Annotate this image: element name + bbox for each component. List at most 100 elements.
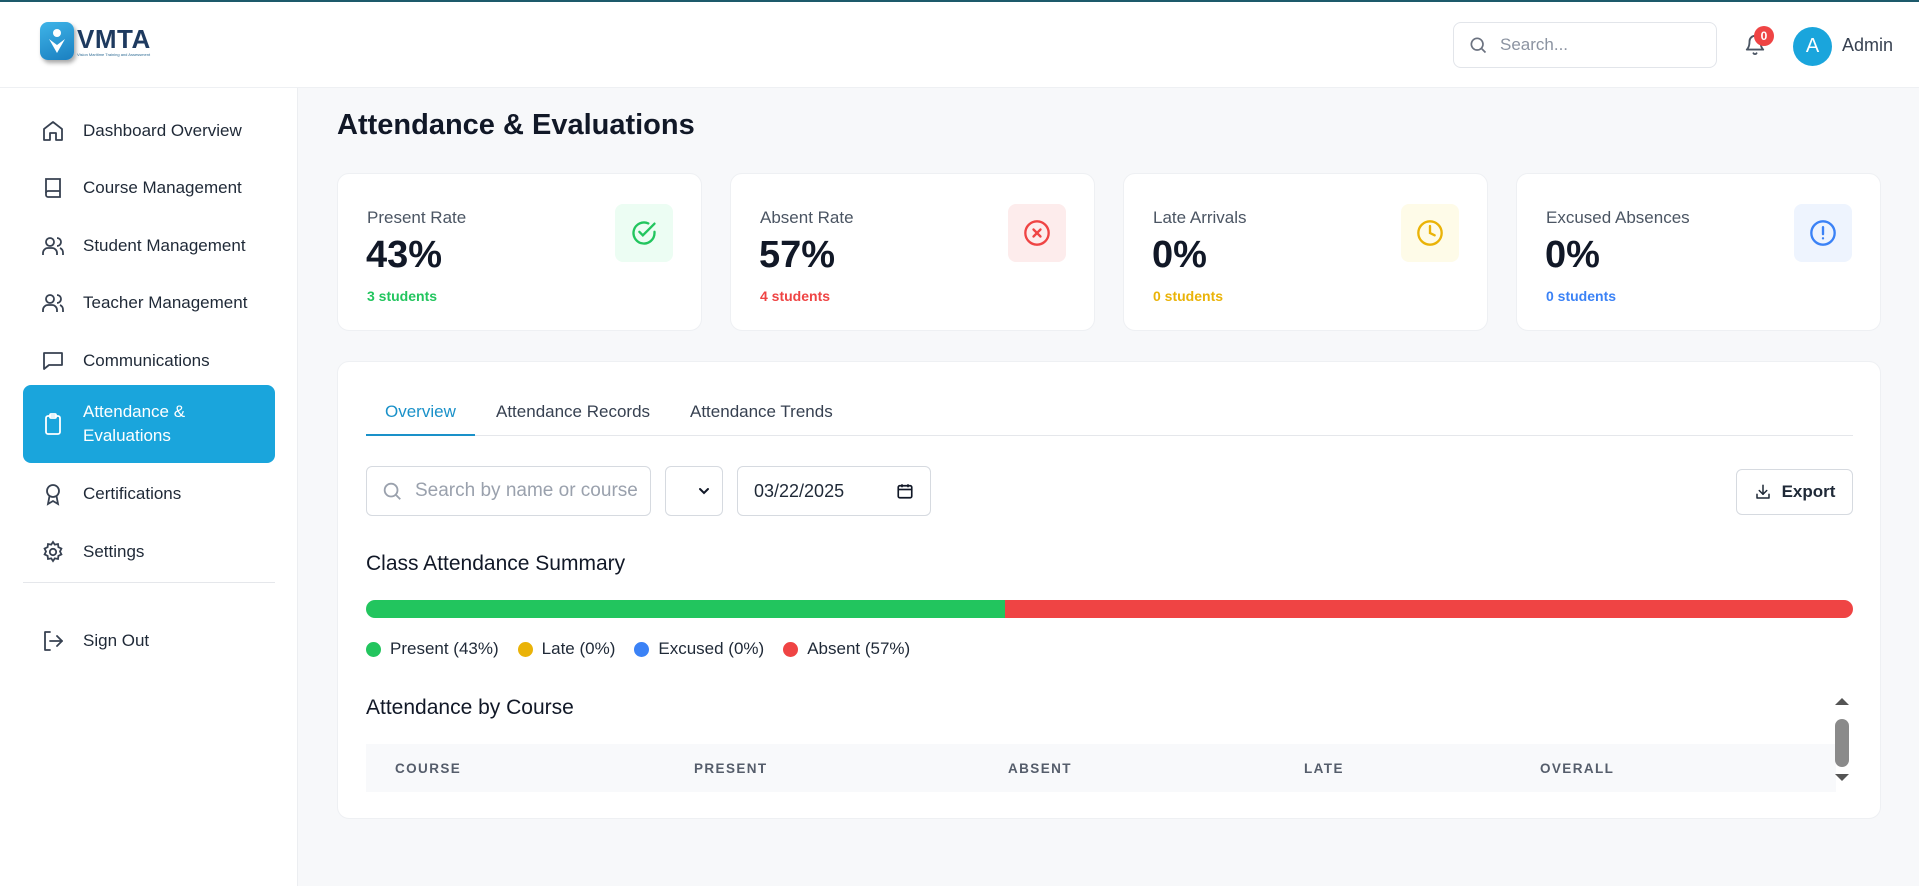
sidebar-item-courses[interactable]: Course Management: [23, 164, 275, 212]
search-placeholder: Search...: [1500, 35, 1569, 54]
logo-mark-icon: [40, 22, 74, 60]
sidebar-item-attendance[interactable]: Attendance & Evaluations: [23, 385, 275, 463]
attendance-summary-bar: [366, 600, 1853, 618]
clipboard-icon: [45, 413, 61, 435]
top-header: VMTA Vision Maritime Training and Assess…: [0, 2, 1919, 88]
search-icon: [1470, 37, 1487, 54]
scroll-down-arrow-icon[interactable]: [1833, 772, 1851, 784]
stat-label: Excused Absences: [1546, 208, 1690, 227]
column-header-overall[interactable]: OVERALL: [1540, 761, 1614, 776]
legend-dot: [517, 641, 533, 657]
app-logo[interactable]: VMTA Vision Maritime Training and Assess…: [40, 22, 151, 60]
stat-sub: 0 students: [1153, 288, 1224, 304]
sidebar-item-label: Teacher Management: [83, 293, 248, 312]
sign-out-label: Sign Out: [83, 631, 150, 650]
sidebar-item-students[interactable]: Student Management: [23, 222, 275, 270]
tab-overview[interactable]: Overview: [366, 402, 475, 436]
attendance-panel: Overview Attendance Records Attendance T…: [337, 361, 1881, 819]
stat-card-late: Late Arrivals 0% 0 students: [1123, 173, 1488, 331]
legend-dot: [366, 641, 381, 657]
chevron-down-icon: [699, 488, 709, 495]
course-table-header: COURSE PRESENT ABSENT LATE OVERALL: [366, 744, 1836, 792]
legend-dot: [634, 641, 650, 657]
check-circle-icon: [615, 204, 673, 262]
tab-attendance-records[interactable]: Attendance Records: [496, 402, 650, 436]
avatar[interactable]: A: [1793, 27, 1832, 66]
stat-label: Absent Rate: [760, 208, 854, 227]
stat-label: Late Arrivals: [1153, 208, 1247, 227]
scrollbar-thumb[interactable]: [1835, 719, 1849, 767]
logo-tagline: Vision Maritime Training and Assessment: [77, 51, 151, 57]
page-title: Attendance & Evaluations: [337, 109, 695, 141]
class-summary-title: Class Attendance Summary: [366, 552, 626, 575]
summary-segment-absent: [1005, 600, 1853, 618]
users-icon: [42, 294, 64, 312]
legend-label: Present (43%): [390, 639, 499, 658]
sidebar-item-teachers[interactable]: Teacher Management: [23, 279, 275, 327]
sidebar-item-dashboard[interactable]: Dashboard Overview: [23, 107, 275, 155]
logo-title: VMTA: [77, 23, 151, 54]
stat-card-absent: Absent Rate 57% 4 students: [730, 173, 1095, 331]
column-header-present[interactable]: PRESENT: [694, 761, 768, 776]
clock-icon: [1401, 204, 1459, 262]
summary-segment-present: [366, 600, 1006, 618]
stat-sub: 3 students: [367, 288, 438, 304]
stat-sub: 4 students: [760, 288, 831, 304]
sidebar-item-settings[interactable]: Settings: [23, 528, 275, 576]
message-icon: [43, 352, 63, 370]
stat-card-excused: Excused Absences 0% 0 students: [1516, 173, 1881, 331]
users-icon: [42, 237, 64, 255]
date-filter-input[interactable]: 03/22/2025: [737, 466, 931, 516]
tab-bar: Overview Attendance Records Attendance T…: [366, 362, 1853, 436]
legend-item-present: Present (43%): [366, 639, 499, 659]
export-button[interactable]: Export: [1736, 469, 1853, 515]
stat-card-present: Present Rate 43% 3 students: [337, 173, 702, 331]
stat-value: 0%: [1152, 234, 1207, 276]
date-value: 03/22/2025: [754, 480, 845, 501]
stat-label: Present Rate: [367, 208, 467, 227]
sidebar-item-label: Certifications: [83, 484, 182, 503]
gear-icon: [43, 540, 63, 563]
x-circle-icon: [1008, 204, 1066, 262]
stat-value: 43%: [366, 234, 443, 276]
legend-item-absent: Absent (57%): [783, 639, 910, 659]
legend-label: Absent (57%): [807, 639, 911, 658]
column-header-late[interactable]: LATE: [1304, 761, 1344, 776]
global-search-input[interactable]: Search...: [1453, 22, 1717, 68]
status-filter-select[interactable]: [665, 466, 723, 516]
sidebar-item-certifications[interactable]: Certifications: [23, 470, 275, 518]
calendar-icon: [897, 484, 913, 499]
by-course-title: Attendance by Course: [366, 696, 574, 719]
records-search-input[interactable]: Search by name or course: [366, 466, 651, 516]
sign-out-icon: [44, 631, 63, 651]
sidebar-item-label: Dashboard Overview: [83, 121, 242, 140]
search-placeholder: Search by name or course: [415, 480, 638, 501]
stat-value: 57%: [759, 234, 836, 276]
book-icon: [45, 178, 61, 198]
tab-attendance-trends[interactable]: Attendance Trends: [690, 402, 833, 436]
sidebar-item-label: Attendance & Evaluations: [83, 402, 186, 445]
alert-circle-icon: [1794, 204, 1852, 262]
legend-label: Excused (0%): [658, 639, 765, 658]
legend-label: Late (0%): [541, 639, 616, 658]
legend-item-excused: Excused (0%): [634, 639, 764, 659]
sidebar-item-label: Communications: [83, 351, 210, 370]
home-icon: [43, 121, 63, 141]
legend-dot: [783, 641, 799, 657]
sidebar-item-label: Student Management: [83, 236, 246, 255]
sidebar-item-label: Course Management: [83, 178, 242, 197]
stat-sub: 0 students: [1546, 288, 1617, 304]
column-header-course[interactable]: COURSE: [395, 761, 461, 776]
sidebar-divider: [23, 582, 275, 583]
search-icon: [383, 482, 401, 500]
award-icon: [46, 484, 60, 506]
sidebar-item-communications[interactable]: Communications: [23, 337, 275, 385]
scroll-up-arrow-icon[interactable]: [1833, 695, 1851, 707]
sign-out-button[interactable]: Sign Out: [23, 617, 275, 665]
user-name[interactable]: Admin: [1842, 35, 1893, 56]
column-header-absent[interactable]: ABSENT: [1008, 761, 1072, 776]
summary-legend: Present (43%) Late (0%) Excused (0%) Abs…: [366, 639, 929, 659]
download-icon: [1755, 484, 1770, 499]
notification-badge: 0: [1754, 26, 1774, 46]
stat-value: 0%: [1545, 234, 1600, 276]
